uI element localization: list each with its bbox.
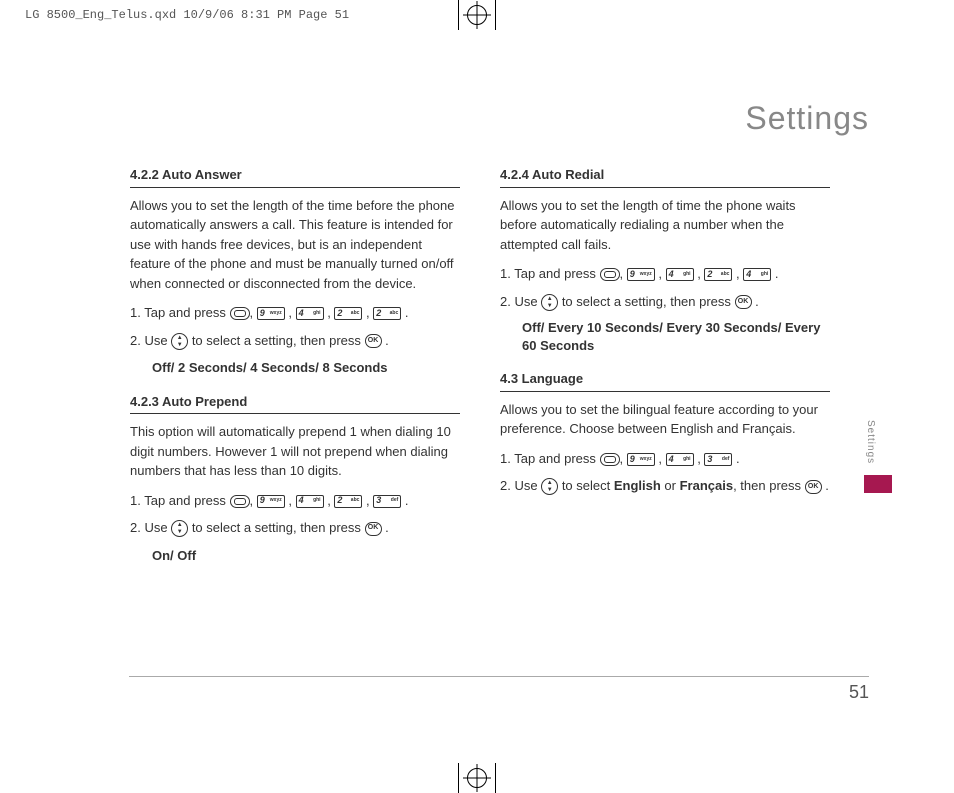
step-2: 2. Use to select a setting, then press . <box>130 518 460 538</box>
key-3-icon: 3def <box>373 495 401 508</box>
nav-icon <box>171 520 188 537</box>
para-language: Allows you to set the bilingual feature … <box>500 400 830 439</box>
column-right: 4.2.4 Auto Redial Allows you to set the … <box>500 165 830 575</box>
side-tab-marker <box>864 475 892 493</box>
ok-icon <box>805 480 822 494</box>
heading-language: 4.3 Language <box>500 369 830 392</box>
para-auto-redial: Allows you to set the length of time the… <box>500 196 830 255</box>
ok-icon <box>365 334 382 348</box>
heading-auto-redial: 4.2.4 Auto Redial <box>500 165 830 188</box>
key-4-icon: 4ghi <box>666 268 694 281</box>
para-auto-prepend: This option will automatically prepend 1… <box>130 422 460 481</box>
menu-icon <box>230 495 250 508</box>
content: 4.2.2 Auto Answer Allows you to set the … <box>130 165 830 575</box>
key-2-icon: 2abc <box>373 307 401 320</box>
key-9-icon: 9wxyz <box>627 453 655 466</box>
step-1: 1. Tap and press , 9wxyz , 4ghi , 2abc ,… <box>130 303 460 323</box>
ok-icon <box>365 522 382 536</box>
heading-auto-answer: 4.2.2 Auto Answer <box>130 165 460 188</box>
menu-icon <box>600 268 620 281</box>
step-2: 2. Use to select a setting, then press . <box>130 331 460 351</box>
key-4-icon: 4ghi <box>296 307 324 320</box>
nav-icon <box>541 294 558 311</box>
key-9-icon: 9wxyz <box>257 307 285 320</box>
para-auto-answer: Allows you to set the length of the time… <box>130 196 460 294</box>
step-1: 1. Tap and press , 9wxyz , 4ghi , 3def . <box>500 449 830 469</box>
menu-icon <box>600 453 620 466</box>
column-left: 4.2.2 Auto Answer Allows you to set the … <box>130 165 460 575</box>
step-2: 2. Use to select English or Français, th… <box>500 476 830 496</box>
key-4-icon: 4ghi <box>296 495 324 508</box>
options-auto-redial: Off/ Every 10 Seconds/ Every 30 Seconds/… <box>522 319 830 355</box>
step-1: 1. Tap and press , 9wxyz , 4ghi , 2abc ,… <box>130 491 460 511</box>
key-2-icon: 2abc <box>334 495 362 508</box>
ok-icon <box>735 295 752 309</box>
key-9-icon: 9wxyz <box>627 268 655 281</box>
key-2-icon: 2abc <box>704 268 732 281</box>
key-2-icon: 2abc <box>334 307 362 320</box>
nav-icon <box>541 478 558 495</box>
nav-icon <box>171 333 188 350</box>
print-header: LG 8500_Eng_Telus.qxd 10/9/06 8:31 PM Pa… <box>25 8 349 22</box>
key-3-icon: 3def <box>704 453 732 466</box>
step-2: 2. Use to select a setting, then press . <box>500 292 830 312</box>
footer-line <box>129 676 869 677</box>
crop-marks-top <box>458 0 496 30</box>
page-number: 51 <box>849 682 869 703</box>
step-1: 1. Tap and press , 9wxyz , 4ghi , 2abc ,… <box>500 264 830 284</box>
side-tab-label: Settings <box>865 420 876 464</box>
options-auto-prepend: On/ Off <box>152 546 460 566</box>
page-title: Settings <box>745 100 869 137</box>
menu-icon <box>230 307 250 320</box>
key-4-icon: 4ghi <box>743 268 771 281</box>
crop-marks-bottom <box>458 763 496 793</box>
heading-auto-prepend: 4.2.3 Auto Prepend <box>130 392 460 415</box>
key-4-icon: 4ghi <box>666 453 694 466</box>
options-auto-answer: Off/ 2 Seconds/ 4 Seconds/ 8 Seconds <box>152 358 460 378</box>
key-9-icon: 9wxyz <box>257 495 285 508</box>
